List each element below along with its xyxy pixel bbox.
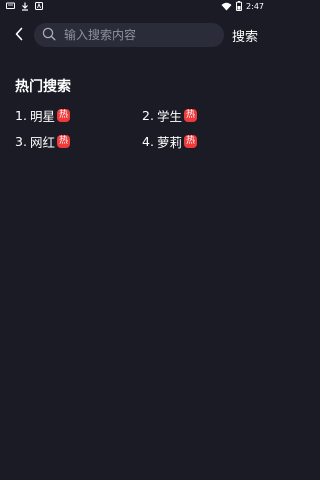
hot-label: 明星 <box>29 108 55 124</box>
status-time: 2:47 <box>246 2 264 11</box>
search-button[interactable]: 搜索 <box>232 26 258 45</box>
status-bar: 2:47 <box>0 0 270 14</box>
hot-search-item-4[interactable]: 4. 萝莉 热 <box>142 132 255 150</box>
status-left <box>6 0 43 14</box>
app-icon <box>35 2 43 12</box>
search-header: 搜索 <box>0 14 270 56</box>
hot-badge: 热 <box>56 108 70 122</box>
search-box[interactable] <box>34 23 224 47</box>
hot-badge: 热 <box>56 134 70 148</box>
search-icon <box>42 26 56 45</box>
hot-rank: 1. <box>15 107 27 123</box>
hot-search-item-1[interactable]: 1. 明星 热 <box>15 106 142 124</box>
download-icon <box>21 2 29 13</box>
hot-label: 萝莉 <box>156 134 182 150</box>
search-input[interactable] <box>64 28 204 42</box>
hot-badge: 热 <box>183 134 197 148</box>
hot-rank: 4. <box>142 133 154 149</box>
status-right: 2:47 <box>221 0 264 14</box>
back-button[interactable] <box>8 24 30 46</box>
hot-search-item-3[interactable]: 3. 网红 热 <box>15 132 142 150</box>
hot-search-title: 热门搜索 <box>15 79 71 95</box>
notification-icon <box>6 2 15 12</box>
wifi-icon <box>221 2 232 13</box>
hot-rank: 3. <box>15 133 27 149</box>
hot-badge: 热 <box>183 108 197 122</box>
battery-icon <box>236 1 243 13</box>
hot-search-list: 1. 明星 热 2. 学生 热 3. 网红 热 4. 萝莉 热 <box>15 106 255 150</box>
hot-search-item-2[interactable]: 2. 学生 热 <box>142 106 255 124</box>
chevron-left-icon <box>14 26 24 45</box>
hot-label: 学生 <box>156 108 182 124</box>
hot-rank: 2. <box>142 107 154 123</box>
hot-label: 网红 <box>29 134 55 150</box>
